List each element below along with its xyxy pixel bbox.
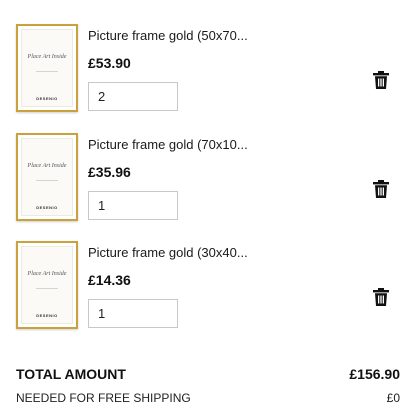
free-shipping-label: NEEDED FOR FREE SHIPPING [16, 391, 191, 405]
product-image[interactable]: Place Art Inside DESENIO [16, 241, 78, 329]
product-image[interactable]: Place Art Inside DESENIO [16, 24, 78, 112]
brand-label: DESENIO [36, 313, 58, 318]
cart-item: Place Art Inside DESENIO Picture frame g… [0, 241, 412, 341]
product-image[interactable]: Place Art Inside DESENIO [16, 133, 78, 221]
product-name[interactable]: Picture frame gold (30x40... [88, 245, 248, 260]
trash-icon[interactable] [373, 180, 389, 198]
product-name[interactable]: Picture frame gold (50x70... [88, 28, 248, 43]
frame-mat: Place Art Inside DESENIO [21, 138, 73, 216]
frame-mat: Place Art Inside DESENIO [21, 246, 73, 324]
trash-icon[interactable] [373, 71, 389, 89]
frame-mat: Place Art Inside DESENIO [21, 29, 73, 107]
divider [36, 180, 58, 181]
divider [36, 288, 58, 289]
brand-label: DESENIO [36, 205, 58, 210]
quantity-input[interactable]: 1 [88, 191, 178, 220]
divider [36, 71, 58, 72]
product-price: £35.96 [88, 164, 131, 180]
cart-item: Place Art Inside DESENIO Picture frame g… [0, 24, 412, 124]
quantity-input[interactable]: 1 [88, 299, 178, 328]
product-price: £14.36 [88, 272, 131, 288]
quantity-input[interactable]: 2 [88, 82, 178, 111]
total-row: TOTAL AMOUNT £156.90 [16, 366, 400, 382]
brand-label: DESENIO [36, 96, 58, 101]
product-price: £53.90 [88, 55, 131, 71]
free-shipping-value: £0 [386, 391, 400, 405]
total-label: TOTAL AMOUNT [16, 366, 126, 382]
product-name[interactable]: Picture frame gold (70x10... [88, 137, 248, 152]
total-value: £156.90 [349, 366, 400, 382]
frame-placeholder-text: Place Art Inside [27, 163, 67, 169]
free-shipping-row: NEEDED FOR FREE SHIPPING £0 [16, 391, 400, 405]
cart-item: Place Art Inside DESENIO Picture frame g… [0, 133, 412, 233]
frame-placeholder-text: Place Art Inside [27, 271, 67, 277]
frame-placeholder-text: Place Art Inside [27, 54, 67, 60]
trash-icon[interactable] [373, 288, 389, 306]
